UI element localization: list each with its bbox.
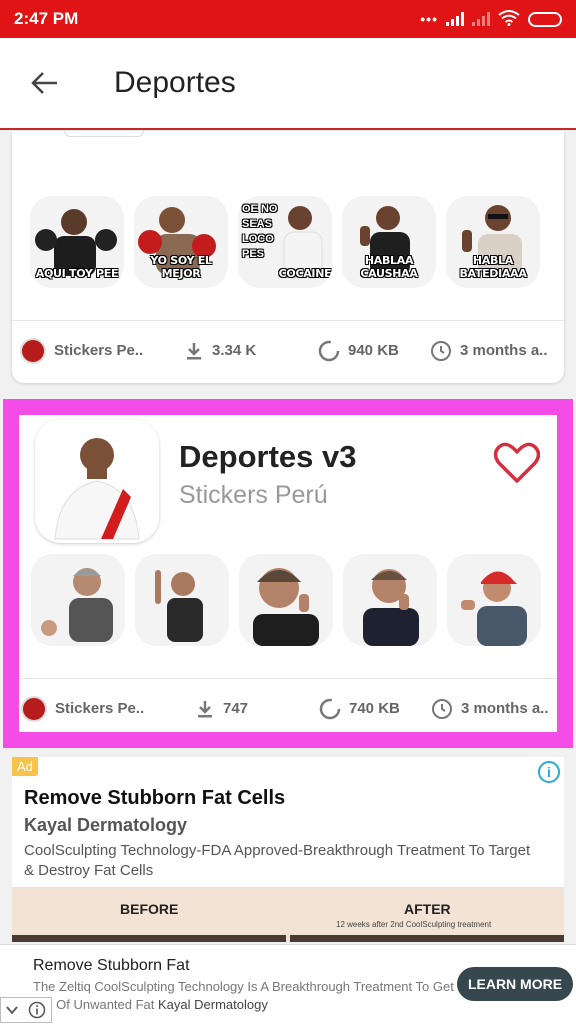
sticker-caption: AQUI TOY PEE xyxy=(35,267,119,280)
learn-more-button[interactable]: LEARN MORE xyxy=(457,967,573,1001)
sticker-caption-top: OE NO SEAS LOCO PES xyxy=(242,203,278,260)
pack-icon xyxy=(64,131,144,137)
download-icon xyxy=(198,700,212,717)
native-ad[interactable]: Ad i Remove Stubborn Fat Cells Kayal Der… xyxy=(12,757,564,942)
ad-body: CoolSculpting Technology-FDA Approved-Br… xyxy=(24,842,531,879)
ad-photo-after xyxy=(290,935,564,942)
status-icons: ••• xyxy=(420,9,562,29)
banner-body: The Zeltiq CoolSculpting Technology Is A… xyxy=(33,978,463,1014)
page-title: Deportes xyxy=(114,66,236,99)
meta-updated-label: 3 months a.. xyxy=(461,700,549,717)
sticker-preview[interactable]: OE NO SEAS LOCO PES COCAINE xyxy=(238,196,332,288)
pack-icon xyxy=(35,419,159,543)
favorite-button[interactable] xyxy=(489,435,545,491)
sticker-caption: COCAINE xyxy=(278,267,332,280)
meta-downloads: 3.34 K xyxy=(184,341,256,361)
sticker-preview[interactable] xyxy=(343,554,437,646)
meta-downloads-label: 3.34 K xyxy=(212,342,257,359)
status-bar: 2:47 PM ••• xyxy=(0,0,576,38)
meta-author: Stickers Pe.. xyxy=(21,695,145,722)
meta-author-label: Stickers Pe.. xyxy=(55,700,145,717)
ad-headline[interactable]: Remove Stubborn Fat Cells xyxy=(24,787,285,810)
pack-title: Deportes v3 xyxy=(179,439,357,474)
arrow-left-icon xyxy=(31,72,57,94)
heart-outline-icon xyxy=(494,442,540,483)
meta-author: Stickers Pe.. xyxy=(20,337,144,364)
author-logo xyxy=(20,337,46,364)
sticker-preview[interactable] xyxy=(135,554,229,646)
meta-size-label: 940 KB xyxy=(348,342,399,359)
ad-after-note: 12 weeks after 2nd CoolSculpting treatme… xyxy=(336,920,492,929)
dots-icon: ••• xyxy=(420,11,438,27)
size-icon xyxy=(318,340,340,361)
wifi-icon xyxy=(498,9,520,29)
adchoices-control[interactable] xyxy=(0,997,52,1023)
download-icon xyxy=(187,342,201,359)
sticker-pack-card[interactable]: AQUI TOY PEE YO SOY EL MEJOR OE NO SEAS … xyxy=(12,131,564,383)
sticker-preview-row xyxy=(31,554,541,646)
ad-before-label: BEFORE xyxy=(120,901,179,917)
meta-updated: 3 months a.. xyxy=(430,340,548,362)
meta-updated: 3 months a.. xyxy=(431,698,549,720)
sticker-caption: HABLA BATEDIAAA xyxy=(459,254,527,280)
meta-author-label: Stickers Pe.. xyxy=(54,342,144,359)
meta-downloads: 747 xyxy=(195,699,248,719)
signal-dim-icon xyxy=(472,12,490,26)
clock-icon xyxy=(432,698,452,719)
chevron-down-icon[interactable] xyxy=(6,1005,18,1015)
author-logo xyxy=(21,695,47,722)
ad-badge: Ad xyxy=(12,757,38,776)
back-button[interactable] xyxy=(14,53,74,113)
meta-downloads-label: 747 xyxy=(223,700,249,717)
sticker-preview[interactable]: HABLAA CAUSHAA xyxy=(342,196,436,288)
meta-size-label: 740 KB xyxy=(349,700,400,717)
ad-after-label: AFTER xyxy=(404,901,451,917)
meta-size: 940 KB xyxy=(318,340,399,362)
battery-icon xyxy=(528,11,562,27)
status-time: 2:47 PM xyxy=(14,9,79,28)
signal-icon xyxy=(446,12,464,26)
sticker-caption: HABLAA CAUSHAA xyxy=(360,254,418,280)
sticker-preview[interactable]: HABLA BATEDIAAA xyxy=(446,196,540,288)
banner-headline: Remove Stubborn Fat xyxy=(33,957,190,974)
sticker-preview[interactable] xyxy=(31,554,125,646)
sticker-preview[interactable] xyxy=(447,554,541,646)
ad-photo-before xyxy=(12,935,286,942)
ad-advertiser: Kayal Dermatology xyxy=(24,815,188,835)
banner-ad[interactable]: Remove Stubborn Fat The Zeltiq CoolSculp… xyxy=(0,944,576,1024)
pack-meta-row: Stickers Pe.. 3.34 K 940 KB 3 months a.. xyxy=(12,320,564,380)
sticker-preview[interactable]: AQUI TOY PEE xyxy=(30,196,124,288)
sticker-preview-row: AQUI TOY PEE YO SOY EL MEJOR OE NO SEAS … xyxy=(30,196,540,288)
meta-updated-label: 3 months a.. xyxy=(460,342,548,359)
info-icon[interactable]: i xyxy=(538,761,560,783)
app-bar: Deportes xyxy=(0,38,576,130)
banner-advertiser: Kayal Dermatology xyxy=(158,997,268,1012)
sticker-preview[interactable] xyxy=(239,554,333,646)
pack-author: Stickers Perú xyxy=(179,481,328,509)
ad-image[interactable]: BEFORE AFTER 12 weeks after 2nd CoolScul… xyxy=(12,887,564,942)
sticker-preview[interactable]: YO SOY EL MEJOR xyxy=(134,196,228,288)
clock-icon xyxy=(431,340,451,361)
size-icon xyxy=(319,698,341,719)
sticker-pack-card-highlighted[interactable]: Deportes v3 Stickers Perú Stickers Pe.. … xyxy=(3,399,573,748)
meta-size: 740 KB xyxy=(319,698,400,720)
sticker-caption: YO SOY EL MEJOR xyxy=(150,254,212,280)
info-icon[interactable] xyxy=(28,1001,46,1019)
pack-meta-row: Stickers Pe.. 747 740 KB 3 months a.. xyxy=(19,678,557,738)
